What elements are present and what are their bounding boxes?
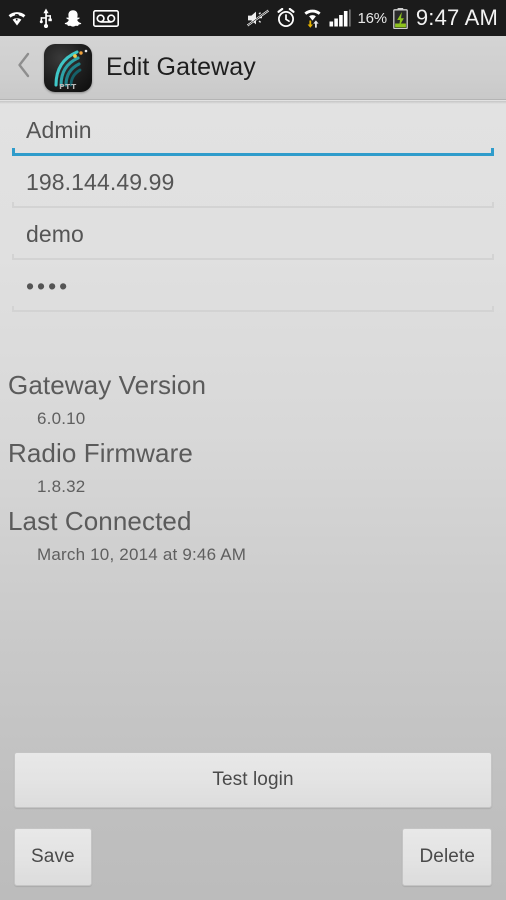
wifi-question-icon: ?	[6, 9, 28, 27]
status-bar-clock: 9:47 AM	[415, 5, 498, 30]
status-bar-right-icons: 16% 9:47 AM	[246, 5, 498, 31]
username-field[interactable]: demo	[12, 208, 494, 260]
wifi-transfer-icon	[302, 8, 323, 28]
battery-charging-icon	[393, 7, 408, 29]
back-chevron-icon	[16, 51, 32, 84]
ptt-app-icon: PTT	[44, 43, 92, 92]
status-bar-left-icons: ?	[6, 8, 119, 29]
battery-percent-label: 16%	[357, 9, 387, 27]
back-button[interactable]	[6, 42, 42, 94]
gateway-address-value: 198.144.49.99	[26, 168, 175, 195]
gateway-form: Admin 198.144.49.99 demo ••••	[0, 104, 506, 312]
radio-firmware-value: 1.8.32	[37, 477, 86, 496]
usb-icon	[39, 8, 53, 29]
voicemail-icon	[93, 9, 119, 27]
save-delete-row: Save Delete	[14, 828, 492, 886]
gateway-version-value: 6.0.10	[37, 409, 86, 428]
svg-text:PTT: PTT	[59, 82, 77, 91]
password-value: ••••	[26, 272, 71, 299]
radio-firmware-label: Radio Firmware	[8, 438, 193, 468]
gateway-name-field[interactable]: Admin	[12, 104, 494, 156]
cell-signal-icon	[329, 9, 351, 27]
password-underline	[12, 306, 494, 312]
info-row: Radio Firmware 1.8.32	[8, 434, 506, 502]
bottom-button-bar: Test login Save Delete	[0, 752, 506, 900]
svg-text:?: ?	[14, 13, 19, 23]
action-bar: PTT Edit Gateway	[0, 36, 506, 100]
save-button[interactable]: Save	[14, 828, 92, 886]
password-field[interactable]: ••••	[12, 260, 494, 312]
alarm-clock-icon	[276, 7, 296, 28]
snapchat-icon	[64, 9, 82, 28]
gateway-info-list: Gateway Version 6.0.10 Radio Firmware 1.…	[0, 366, 506, 570]
info-row: Last Connected March 10, 2014 at 9:46 AM	[8, 502, 506, 570]
delete-button[interactable]: Delete	[402, 828, 492, 886]
gateway-name-value: Admin	[26, 116, 92, 143]
info-row: Gateway Version 6.0.10	[8, 366, 506, 434]
test-login-button[interactable]: Test login	[14, 752, 492, 808]
last-connected-value: March 10, 2014 at 9:46 AM	[37, 545, 247, 564]
username-value: demo	[26, 220, 84, 247]
phone-screen: ? 16% 9:47 AM PTT Edit Gateway Admin 198…	[0, 0, 506, 900]
gateway-version-label: Gateway Version	[8, 370, 207, 400]
mute-vibrate-icon	[246, 9, 270, 27]
gateway-address-field[interactable]: 198.144.49.99	[12, 156, 494, 208]
last-connected-label: Last Connected	[8, 506, 192, 536]
status-bar: ? 16% 9:47 AM	[0, 0, 506, 36]
page-title: Edit Gateway	[106, 53, 256, 81]
